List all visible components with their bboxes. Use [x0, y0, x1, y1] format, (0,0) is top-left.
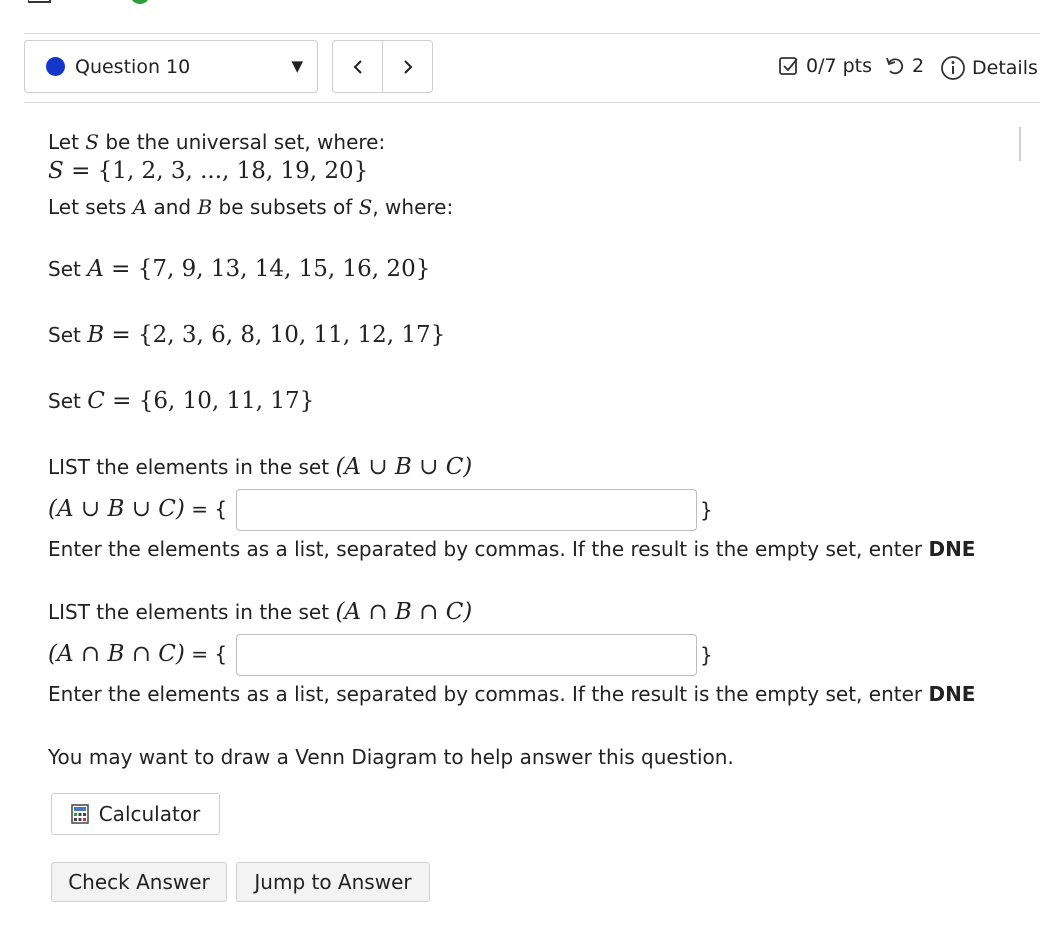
calculator-button[interactable]: Calculator	[51, 793, 220, 835]
status-circle-icon	[132, 0, 148, 4]
subsets-intro: Let sets A and B be subsets of S, where:	[48, 195, 454, 219]
chevron-right-icon	[403, 59, 412, 74]
union-answer-input[interactable]	[236, 489, 697, 531]
question-label: Question 10	[75, 56, 191, 78]
checkbox-icon	[779, 57, 798, 75]
venn-hint: You may want to draw a Venn Diagram to h…	[48, 745, 734, 769]
calculator-label: Calculator	[98, 802, 201, 826]
header-top-divider	[24, 33, 1040, 34]
question-status-dot-icon	[46, 57, 65, 76]
question-nav	[332, 40, 433, 93]
part1-answer-label: (A ∪ B ∪ C) = {	[48, 496, 228, 522]
intersection-answer-input[interactable]	[236, 634, 697, 676]
previous-question-button[interactable]	[333, 41, 382, 92]
check-answer-button[interactable]: Check Answer	[51, 862, 227, 902]
part2-prompt: LIST the elements in the set (A ∩ B ∩ C)	[48, 599, 473, 625]
part2-instruction: Enter the elements as a list, separated …	[48, 682, 976, 706]
attempts-count: 2	[912, 55, 925, 77]
set-a-definition: Set A = {7, 9, 13, 14, 15, 16, 20}	[48, 256, 431, 282]
jump-to-answer-button[interactable]: Jump to Answer	[236, 862, 430, 902]
details-label: Details	[972, 57, 1038, 79]
points-info: 0/7 pts	[778, 55, 872, 77]
next-question-button[interactable]	[382, 41, 432, 92]
set-c-definition: Set C = {6, 10, 11, 17}	[48, 388, 315, 414]
toolbar-icons-cropped: V6	[28, 0, 148, 4]
attempts-info: 2	[884, 55, 924, 77]
set-b-definition: Set B = {2, 3, 6, 8, 10, 11, 12, 17}	[48, 322, 446, 348]
part2-answer-label: (A ∩ B ∩ C) = {	[48, 641, 228, 667]
chevron-left-icon	[353, 59, 362, 74]
print-icon	[28, 0, 51, 3]
points-text: 0/7 pts	[806, 55, 873, 77]
part1-prompt: LIST the elements in the set (A ∪ B ∪ C)	[48, 454, 473, 480]
universal-set-definition: S = {1, 2, 3, ..., 18, 19, 20}	[48, 158, 369, 184]
part1-close-brace: }	[700, 498, 713, 522]
part2-close-brace: }	[700, 643, 713, 667]
question-select[interactable]: Question 10 ▼	[24, 40, 318, 93]
dropdown-caret-icon: ▼	[291, 57, 303, 75]
scrollbar[interactable]	[1019, 127, 1021, 161]
part1-instruction: Enter the elements as a list, separated …	[48, 537, 976, 561]
info-icon	[941, 56, 965, 80]
retry-icon	[886, 57, 904, 75]
header-bottom-divider	[24, 102, 1040, 103]
details-button[interactable]: Details	[940, 55, 1038, 81]
score-icon: V6	[112, 0, 131, 3]
universal-set-intro: Let S be the universal set, where:	[48, 130, 386, 154]
calculator-icon	[70, 804, 89, 824]
